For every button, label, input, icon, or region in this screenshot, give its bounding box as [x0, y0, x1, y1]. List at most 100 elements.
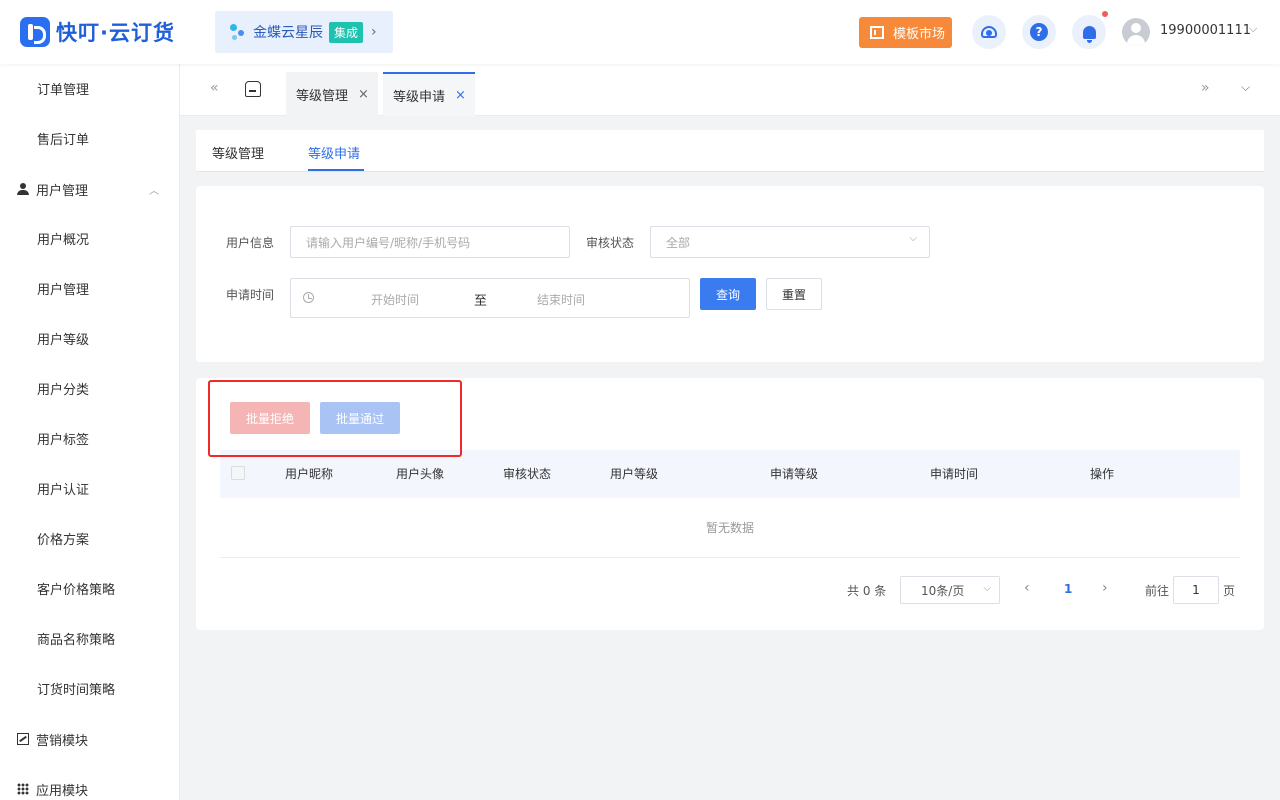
tab-level-management[interactable]: 等级管理 × — [286, 72, 378, 116]
reset-button[interactable]: 重置 — [766, 278, 822, 310]
empty-state: 暂无数据 — [220, 498, 1240, 558]
sidebar: 订单管理 售后订单 用户管理 ︿ 用户概况 用户管理 用户等级 用户分类 用户标… — [0, 64, 180, 800]
home-icon[interactable] — [245, 81, 261, 97]
sidebar-item-label: 应用模块 — [36, 783, 89, 799]
sidebar-item-label: 客户价格策略 — [37, 582, 116, 598]
column-header-user-level: 用户等级 — [610, 467, 659, 481]
tab-level-application[interactable]: 等级申请 × — [383, 72, 475, 116]
avatar[interactable] — [1122, 18, 1150, 46]
sidebar-item-user-level[interactable]: 用户等级 — [0, 318, 179, 358]
chevron-down-icon[interactable]: ⌵ — [1249, 22, 1257, 36]
sidebar-item-price-plan[interactable]: 价格方案 — [0, 518, 179, 558]
template-icon — [870, 26, 884, 39]
apply-time-label: 申请时间 — [226, 288, 275, 302]
template-market-label: 模板市场 — [893, 27, 946, 42]
sidebar-item-label: 订单管理 — [37, 82, 90, 98]
sidebar-item-label: 用户认证 — [37, 482, 90, 498]
kingdee-logo-icon — [229, 23, 247, 41]
column-header-apply-time: 申请时间 — [930, 467, 979, 481]
sidebar-item-label: 用户标签 — [37, 432, 90, 448]
tab-label: 等级管理 — [296, 88, 349, 104]
scroll-tabs-right-icon[interactable]: » — [1201, 80, 1210, 96]
tabs-menu-chevron-icon[interactable]: ⌵ — [1241, 80, 1250, 95]
sidebar-item-customer-price-strategy[interactable]: 客户价格策略 — [0, 568, 179, 608]
column-header-nickname: 用户昵称 — [285, 467, 334, 481]
close-icon[interactable]: × — [455, 88, 466, 103]
sidebar-item-aftersale[interactable]: 售后订单 — [0, 118, 179, 158]
status-select[interactable]: 全部 ⌵ — [650, 226, 930, 258]
sidebar-item-orders[interactable]: 订单管理 — [0, 68, 179, 108]
help-button[interactable]: ? — [1022, 15, 1056, 49]
sidebar-group-apps[interactable]: 应用模块 — [0, 769, 179, 800]
bell-icon — [1082, 25, 1096, 43]
column-header-status: 审核状态 — [503, 467, 552, 481]
sidebar-item-label: 商品名称策略 — [37, 632, 116, 648]
subtab-level-application[interactable]: 等级申请 — [308, 143, 360, 162]
sidebar-item-label: 营销模块 — [36, 733, 89, 749]
next-page-icon[interactable]: › — [1102, 580, 1108, 596]
date-range-picker[interactable]: 开始时间 至 结束时间 — [290, 278, 690, 318]
headset-icon — [981, 26, 997, 38]
start-time-input[interactable]: 开始时间 — [371, 291, 419, 308]
column-header-applied-level: 申请等级 — [770, 467, 819, 481]
user-info-placeholder: 请输入用户编号/昵称/手机号码 — [306, 235, 471, 250]
current-page-number[interactable]: 1 — [1064, 582, 1072, 596]
logo-text: 快叮·云订货 — [56, 21, 175, 45]
sidebar-item-product-name-strategy[interactable]: 商品名称策略 — [0, 618, 179, 658]
user-info-input[interactable]: 请输入用户编号/昵称/手机号码 — [290, 226, 570, 258]
user-icon — [17, 183, 29, 195]
pagination-total: 共 0 条 — [847, 584, 887, 598]
sidebar-item-label: 用户管理 — [37, 282, 90, 298]
template-market-button[interactable]: 模板市场 — [859, 17, 952, 48]
username[interactable]: 19900001111 — [1160, 23, 1251, 38]
sidebar-item-user-category[interactable]: 用户分类 — [0, 368, 179, 408]
customer-service-button[interactable] — [972, 15, 1006, 49]
chevron-down-icon: ⌵ — [983, 583, 991, 594]
sidebar-item-label: 订货时间策略 — [37, 682, 116, 698]
scroll-tabs-left-icon[interactable]: « — [210, 80, 219, 96]
sidebar-group-marketing[interactable]: 营销模块 — [0, 719, 179, 759]
chart-icon — [17, 733, 29, 745]
status-label: 审核状态 — [586, 236, 635, 250]
sidebar-item-user-tags[interactable]: 用户标签 — [0, 418, 179, 458]
notification-dot — [1102, 11, 1108, 17]
help-icon: ? — [1030, 23, 1048, 41]
query-button[interactable]: 查询 — [700, 278, 756, 310]
clock-icon — [303, 292, 314, 303]
sidebar-item-user-management[interactable]: 用户管理 — [0, 268, 179, 308]
app-logo[interactable]: 快叮·云订货 — [20, 17, 175, 47]
sidebar-item-user-verification[interactable]: 用户认证 — [0, 468, 179, 508]
sidebar-item-label: 用户管理 — [36, 183, 89, 199]
table-header: 用户昵称 用户头像 审核状态 用户等级 申请等级 申请时间 操作 — [220, 450, 1240, 498]
integration-badge: 集成 — [329, 21, 364, 43]
active-tab-indicator — [308, 169, 364, 171]
filter-panel — [196, 186, 1264, 362]
range-separator: 至 — [474, 294, 488, 309]
sub-tabs: 等级管理 等级申请 — [196, 130, 1264, 172]
notifications-button[interactable] — [1072, 15, 1106, 49]
close-icon[interactable]: × — [358, 87, 369, 102]
highlight-box — [208, 380, 462, 457]
chevron-up-icon: ︿ — [149, 185, 159, 197]
sidebar-group-users[interactable]: 用户管理 ︿ — [0, 169, 179, 209]
tab-label: 等级申请 — [393, 89, 446, 105]
page-unit-label: 页 — [1223, 584, 1236, 598]
column-header-actions: 操作 — [1090, 467, 1115, 481]
logo-icon — [20, 17, 50, 47]
sidebar-item-label: 用户等级 — [37, 332, 90, 348]
select-all-checkbox[interactable] — [231, 466, 245, 480]
status-value: 全部 — [666, 235, 691, 250]
subtab-level-management[interactable]: 等级管理 — [212, 143, 264, 162]
page-size-value: 10条/页 — [921, 583, 965, 598]
prev-page-icon[interactable]: ‹ — [1024, 580, 1030, 596]
page-size-select[interactable]: 10条/页 ⌵ — [900, 576, 1000, 604]
sidebar-item-user-overview[interactable]: 用户概况 — [0, 218, 179, 258]
sidebar-item-label: 用户分类 — [37, 382, 90, 398]
sidebar-item-order-time-strategy[interactable]: 订货时间策略 — [0, 668, 179, 708]
kingdee-integration-banner[interactable]: 金蝶云星辰 集成 › — [215, 11, 393, 53]
goto-page-input[interactable]: 1 — [1173, 576, 1219, 604]
top-header: 快叮·云订货 金蝶云星辰 集成 › 模板市场 ? 19900001111 ⌵ — [0, 0, 1280, 64]
end-time-input[interactable]: 结束时间 — [537, 291, 585, 308]
chevron-right-icon: › — [371, 24, 377, 40]
sidebar-item-label: 用户概况 — [37, 232, 90, 248]
